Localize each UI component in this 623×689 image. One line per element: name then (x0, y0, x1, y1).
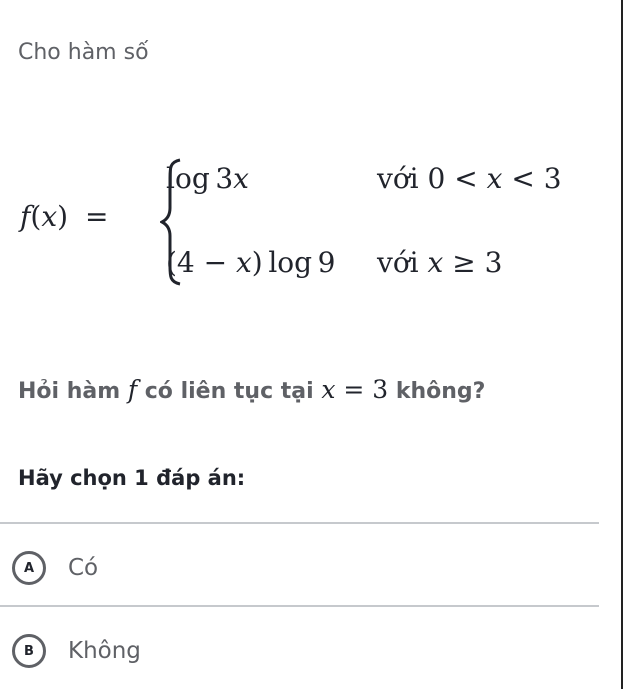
paren-group: (4 − (166, 246, 236, 279)
less-than: < (511, 162, 535, 195)
equals-sign: = (84, 200, 109, 233)
case-2-condition: với x ≥ 3 (377, 246, 502, 279)
variable-x: x (427, 246, 444, 279)
question-part: Hỏi hàm (18, 379, 128, 404)
function-name: f (127, 375, 138, 404)
choice-a-label[interactable]: Có (68, 555, 98, 581)
log-func: log (268, 246, 313, 279)
variable-x: x (41, 200, 58, 233)
cond-word: với (377, 246, 419, 279)
divider (0, 522, 599, 524)
less-than: < (454, 162, 478, 195)
choice-b-label[interactable]: Không (68, 638, 141, 664)
case-2-expression: (4 − x) log 9 (166, 246, 336, 279)
choice-b[interactable]: B Không (0, 616, 599, 686)
choice-b-letter-badge[interactable]: B (12, 634, 46, 668)
piecewise-formula: f(x) = log 3x với 0 < x < 3 (4 − x) log … (20, 150, 620, 290)
variable-x: x (321, 375, 336, 404)
divider (0, 605, 599, 607)
choice-prompt: Hãy chọn 1 đáp án: (18, 466, 246, 490)
equation-rest: = 3 (335, 375, 389, 404)
number: 3 (484, 246, 503, 279)
greater-equal: ≥ (452, 246, 476, 279)
variable-x: x (236, 246, 252, 279)
log-func: log (166, 162, 210, 195)
number: 3 (215, 162, 234, 195)
question-part: không? (388, 379, 486, 404)
function-name: f (20, 200, 31, 233)
number: 9 (317, 246, 336, 279)
question-text: Hỏi hàm f có liên tục tại x = 3 không? (18, 375, 485, 404)
paren-close: ) (251, 246, 263, 279)
question-part: có liên tục tại (137, 379, 322, 404)
case-1-expression: log 3x (166, 162, 249, 195)
intro-text: Cho hàm số (18, 40, 149, 65)
choice-a-letter-badge[interactable]: A (12, 551, 46, 585)
paren-close: ) (57, 200, 69, 233)
number: 0 (427, 162, 446, 195)
variable-x: x (486, 162, 503, 195)
variable-x: x (233, 162, 249, 195)
cond-word: với (377, 162, 419, 195)
case-1-condition: với 0 < x < 3 (377, 162, 562, 195)
paren-open: ( (30, 200, 42, 233)
number: 3 (543, 162, 562, 195)
formula-lhs: f(x) = (20, 200, 108, 233)
choice-a[interactable]: A Có (0, 533, 599, 603)
